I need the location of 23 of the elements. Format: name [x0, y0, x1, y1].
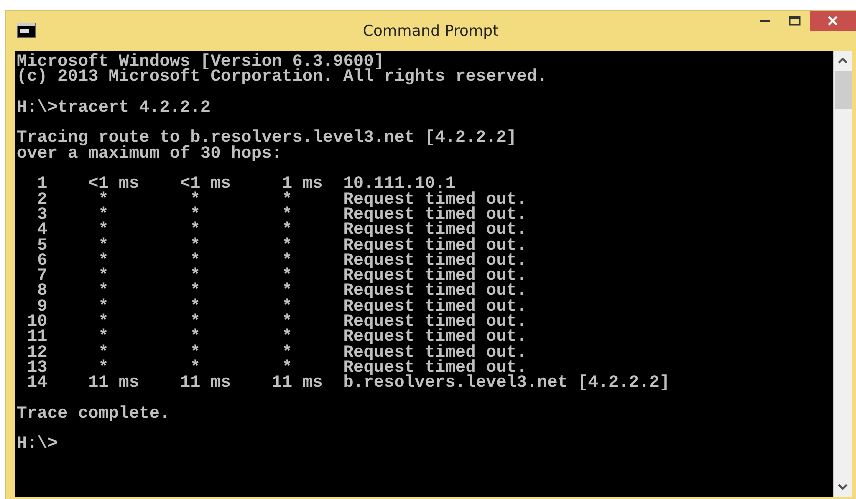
console-line: 8 * * * Request timed out. [36, 284, 528, 300]
console-line: H:\>tracert 4.2.2.2 [17, 100, 211, 116]
scroll-down-icon[interactable] [838, 484, 848, 490]
close-icon [828, 16, 838, 26]
scrollbar-thumb[interactable] [834, 71, 852, 109]
console-line: 11 * * * Request timed out. [26, 330, 528, 346]
close-button[interactable] [810, 11, 856, 31]
console-line: (c) 2013 Microsoft Corporation. All rights reserved. [17, 70, 548, 86]
console-line: 4 * * * Request timed out. [36, 223, 528, 239]
maximize-icon [789, 16, 801, 26]
window-title: Command Prompt [363, 22, 499, 40]
console-line: 14 11 ms 11 ms 11 ms b.resolvers.level3.net [4.2.2.2] [26, 376, 670, 392]
console-app-icon [17, 23, 36, 38]
scroll-up-icon[interactable] [838, 58, 848, 64]
console-line: 5 * * * Request timed out. [36, 238, 528, 254]
console-line: 2 * * * Request timed out. [36, 192, 528, 208]
console-line: over a maximum of 30 hops: [17, 146, 282, 162]
minimize-icon [760, 20, 770, 22]
console-line: H:\> [17, 437, 58, 453]
console-line: 12 * * * Request timed out. [26, 346, 528, 361]
vertical-scrollbar[interactable] [833, 51, 852, 497]
console-line: Trace complete. [17, 406, 170, 422]
console-line: 1 <1 ms <1 ms 1 ms 10.111.10.1 [36, 177, 456, 193]
